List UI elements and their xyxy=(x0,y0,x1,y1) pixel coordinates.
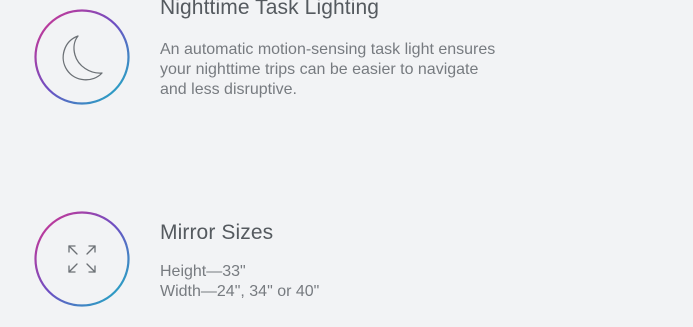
page: { "colors": { "background": "#f2f3f5", "… xyxy=(0,0,693,327)
description-line: your nighttime trips can be easier to na… xyxy=(160,61,479,78)
feature-description: An automatic motion-sensing task light e… xyxy=(160,40,630,100)
crescent-moon-icon xyxy=(34,9,130,105)
feature-title: Nighttime Task Lighting xyxy=(160,0,380,19)
expand-arrows-icon xyxy=(34,211,130,307)
description-line: An automatic motion-sensing task light e… xyxy=(160,41,496,58)
height-spec: Height—33" xyxy=(160,263,246,280)
moon-icon-ring xyxy=(33,8,131,106)
feature-nighttime-lighting: Nighttime Task Lighting An automatic mot… xyxy=(0,0,693,160)
feature-description: Height—33" Width—24", 34" or 40" xyxy=(160,262,630,302)
feature-title: Mirror Sizes xyxy=(160,221,274,244)
description-line: and less disruptive. xyxy=(160,81,297,98)
width-spec: Width—24", 34" or 40" xyxy=(160,283,320,300)
feature-mirror-sizes: Mirror Sizes Height—33" Width—24", 34" o… xyxy=(0,195,693,327)
expand-icon-ring xyxy=(33,210,131,308)
